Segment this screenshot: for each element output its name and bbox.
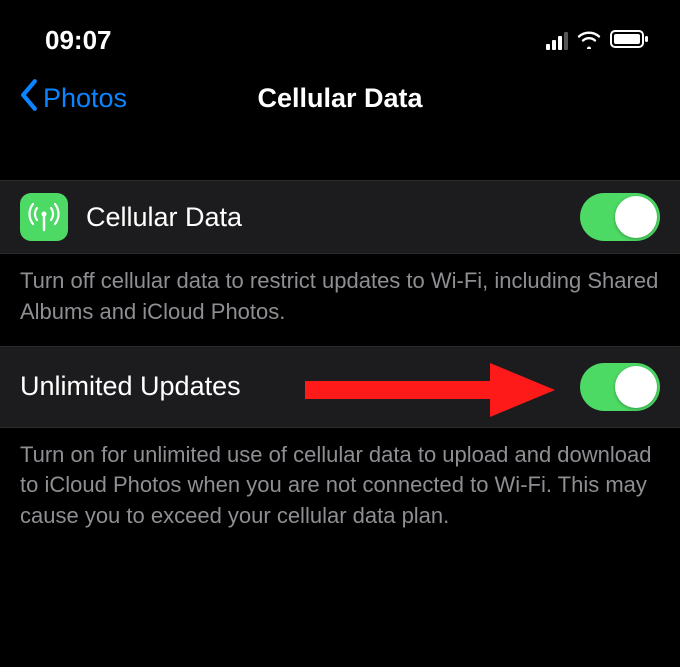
- unlimited-updates-toggle[interactable]: [580, 363, 660, 411]
- status-bar: 09:07: [0, 0, 680, 76]
- group-cellular: Cellular Data Turn off cellular data to …: [0, 180, 680, 346]
- chevron-left-icon: [20, 79, 39, 118]
- antenna-icon: [20, 193, 68, 241]
- battery-icon: [610, 25, 650, 56]
- section-gap: [0, 132, 680, 180]
- cellular-signal-icon: [546, 32, 568, 50]
- unlimited-updates-label: Unlimited Updates: [20, 371, 562, 402]
- cellular-data-footer: Turn off cellular data to restrict updat…: [0, 254, 680, 346]
- cellular-data-label: Cellular Data: [86, 202, 562, 233]
- back-button[interactable]: Photos: [20, 79, 127, 118]
- back-label: Photos: [43, 83, 127, 114]
- toggle-knob: [615, 366, 657, 408]
- nav-bar: Photos Cellular Data: [0, 76, 680, 132]
- wifi-icon: [576, 25, 602, 56]
- group-unlimited: Unlimited Updates Turn on for unlimited …: [0, 346, 680, 550]
- unlimited-updates-footer: Turn on for unlimited use of cellular da…: [0, 428, 680, 550]
- cellular-data-row: Cellular Data: [0, 180, 680, 254]
- unlimited-updates-row: Unlimited Updates: [0, 346, 680, 428]
- status-right: [546, 25, 650, 56]
- status-time: 09:07: [45, 25, 112, 56]
- cellular-data-toggle[interactable]: [580, 193, 660, 241]
- toggle-knob: [615, 196, 657, 238]
